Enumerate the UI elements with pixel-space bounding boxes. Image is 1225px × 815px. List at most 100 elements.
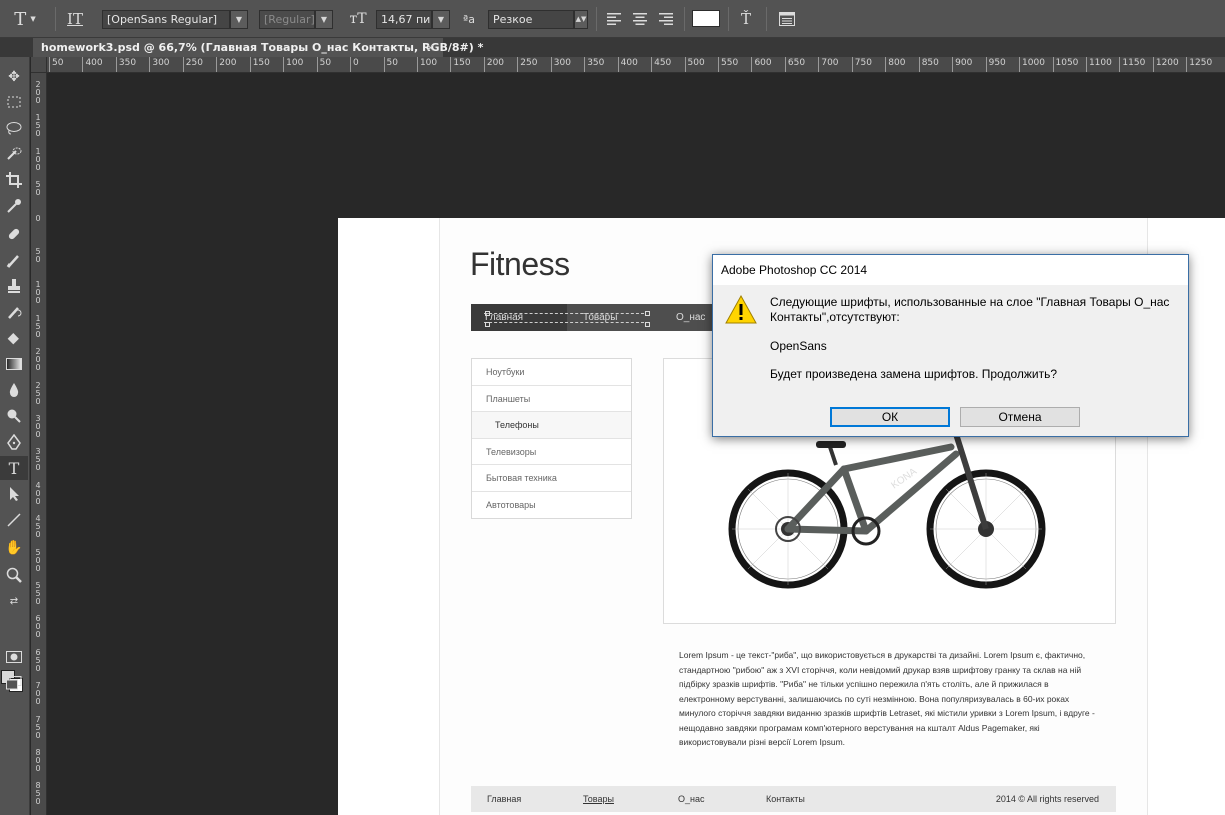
history-brush-tool-icon[interactable]	[0, 300, 28, 324]
screen-mode-icon[interactable]	[0, 671, 28, 695]
ruler-tick: 1250	[1186, 57, 1212, 72]
cancel-button[interactable]: Отмена	[960, 407, 1080, 427]
ruler-tick: 550	[718, 57, 738, 72]
transform-handle[interactable]	[485, 322, 490, 327]
quick-mask-icon[interactable]	[0, 645, 28, 669]
dialog-title: Adobe Photoshop CC 2014	[713, 255, 1188, 285]
font-style-field[interactable]: [Regular]	[259, 10, 315, 29]
pen-tool-icon[interactable]	[0, 430, 28, 454]
footer-link-products: Товары	[583, 794, 614, 804]
page-border-left	[439, 218, 440, 815]
site-footer: Главная Товары О_нас Контакты 2014 © All…	[471, 786, 1116, 812]
hand-tool-icon[interactable]: ✋	[0, 536, 28, 560]
brush-tool-icon[interactable]	[0, 248, 28, 272]
antialias-icon: ªa	[463, 12, 475, 26]
dodge-tool-icon[interactable]	[0, 404, 28, 428]
ruler-tick: 50	[35, 180, 41, 198]
ruler-tick: 600	[35, 614, 41, 640]
document-tab-title: homework3.psd @ 66,7% (Главная Товары О_…	[41, 41, 484, 54]
path-selection-tool-icon[interactable]	[0, 482, 28, 506]
document-tab[interactable]: homework3.psd @ 66,7% (Главная Товары О_…	[33, 38, 483, 57]
align-center-button[interactable]	[630, 0, 650, 38]
ruler-tick: 200	[216, 57, 236, 72]
font-style-dropdown-arrow[interactable]: ▼	[315, 10, 333, 29]
ruler-tick: 150	[35, 313, 41, 339]
ruler-tick: 700	[35, 681, 41, 707]
ruler-tick: 100	[35, 280, 41, 306]
healing-brush-tool-icon[interactable]	[0, 222, 28, 246]
swap-colors-icon[interactable]: ⇄	[0, 589, 28, 613]
ruler-tick: 50	[35, 247, 41, 264]
line-tool-icon[interactable]	[0, 508, 28, 532]
bicycle-image: KONA	[728, 429, 1046, 589]
font-size-field[interactable]: 14,67 пикс	[376, 10, 432, 29]
ruler-tick: 400	[35, 480, 41, 506]
zoom-tool-icon[interactable]	[0, 563, 28, 587]
antialias-field[interactable]: Резкое	[488, 10, 574, 29]
ruler-tick: 900	[952, 57, 972, 72]
separator	[684, 7, 685, 31]
transform-handle[interactable]	[645, 311, 650, 316]
transform-handle[interactable]	[645, 322, 650, 327]
gradient-tool-icon[interactable]	[0, 352, 28, 376]
options-bar: T ▼ IT [OpenSans Regular] ▼ [Regular] ▼ …	[0, 0, 1225, 38]
footer-link-contacts: Контакты	[766, 794, 805, 804]
footer-link-home: Главная	[487, 794, 522, 804]
ruler-tick: 0	[350, 57, 359, 72]
align-left-button[interactable]	[604, 0, 624, 38]
ruler-tick: 150	[35, 113, 41, 139]
close-icon[interactable]: ×	[426, 38, 435, 57]
vertical-ruler[interactable]: 200 150 100 50 0 50 100 150 200 250 300 350 400 450 50…	[31, 73, 47, 815]
lasso-tool-icon[interactable]	[0, 116, 28, 140]
ruler-tick: 150	[249, 57, 270, 72]
missing-font-name: OpenSans	[770, 339, 827, 353]
ruler-tick: 800	[35, 748, 41, 773]
horizontal-ruler[interactable]: 50 400 350 300 250 200 150 100 50 0 50 100 150 200 250…	[47, 57, 1225, 73]
text-tool-preset-button[interactable]: T ▼	[8, 0, 42, 38]
ok-button[interactable]: ОК	[830, 407, 950, 427]
font-family-dropdown-arrow[interactable]: ▼	[230, 10, 248, 29]
toggle-orientation-button[interactable]: IT	[63, 0, 87, 38]
ruler-tick: 350	[35, 447, 41, 473]
ruler-tick: 100	[283, 57, 303, 72]
align-left-icon	[607, 13, 621, 25]
eyedropper-tool-icon[interactable]	[0, 194, 28, 218]
ruler-tick: 200	[483, 57, 504, 72]
align-right-button[interactable]	[656, 0, 676, 38]
font-size-dropdown-arrow[interactable]: ▼	[432, 10, 450, 29]
font-family-field[interactable]: [OpenSans Regular]	[102, 10, 230, 29]
ruler-tick: 200	[35, 80, 41, 105]
move-tool-icon[interactable]: ✥	[0, 65, 28, 89]
dialog-question: Будет произведена замена шрифтов. Продол…	[770, 367, 1058, 381]
dialog-message: Следующие шрифты, использованные на слое…	[770, 295, 1170, 324]
crop-tool-icon[interactable]	[0, 168, 28, 192]
footer-copyright: 2014 © All rights reserved	[995, 794, 1099, 804]
ruler-tick: 1000	[1019, 57, 1045, 72]
antialias-dropdown-arrow[interactable]: ▲▼	[574, 10, 588, 29]
ruler-tick: 850	[35, 781, 41, 807]
ruler-tick: 250	[517, 57, 537, 72]
category-item-selected: Телефоны	[472, 412, 631, 439]
eraser-tool-icon[interactable]	[0, 326, 28, 350]
ruler-tick: 450	[35, 514, 41, 540]
warning-icon	[725, 295, 757, 324]
quick-selection-tool-icon[interactable]	[0, 142, 28, 166]
warp-text-icon: Ť	[740, 10, 751, 28]
ruler-corner	[31, 57, 47, 73]
panel-icon	[779, 12, 795, 26]
character-panel-button[interactable]	[776, 0, 798, 38]
marquee-tool-icon[interactable]	[0, 90, 28, 114]
ruler-tick: 750	[851, 57, 872, 72]
text-color-swatch[interactable]	[692, 10, 720, 27]
ruler-tick: 500	[684, 57, 705, 72]
transform-handle[interactable]	[485, 311, 490, 316]
warp-text-button[interactable]: Ť	[735, 0, 757, 38]
clone-stamp-tool-icon[interactable]	[0, 274, 28, 298]
type-tool-icon[interactable]: T	[0, 456, 28, 480]
separator	[766, 7, 767, 31]
text-tool-icon: T	[14, 8, 27, 30]
ruler-tick: 550	[35, 581, 41, 606]
blur-tool-icon[interactable]	[0, 378, 28, 402]
ruler-tick: 850	[918, 57, 939, 72]
ruler-tick: 800	[885, 57, 905, 72]
